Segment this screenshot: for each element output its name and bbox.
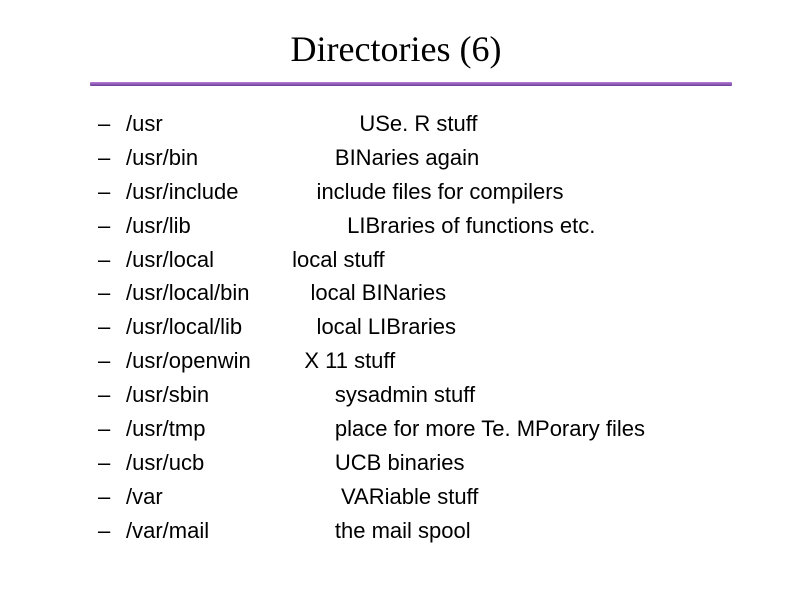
bullet-dash: – [98,413,126,445]
dir-path: /usr/lib [126,210,286,242]
bullet-dash: – [98,176,126,208]
dir-path: /usr/ucb [126,447,286,479]
bullet-dash: – [98,379,126,411]
list-item: – /usr/lib LIBraries of functions etc. [98,210,792,242]
dir-path: /usr/bin [126,142,286,174]
dir-path: /usr/sbin [126,379,286,411]
dir-desc: local stuff [286,244,385,276]
list-item: – /usr/sbin sysadmin stuff [98,379,792,411]
title-underline [90,82,732,86]
dir-desc: local BINaries [286,277,446,309]
dir-desc: BINaries again [286,142,479,174]
list-item: – /var/mail the mail spool [98,515,792,547]
dir-desc: VARiable stuff [286,481,478,513]
list-item: – /usr/include include files for compile… [98,176,792,208]
dir-path: /usr/local/bin [126,277,286,309]
bullet-dash: – [98,515,126,547]
dir-desc: X 11 stuff [286,345,395,377]
bullet-dash: – [98,210,126,242]
dir-path: /var/mail [126,515,286,547]
dir-path: /usr/tmp [126,413,286,445]
bullet-dash: – [98,481,126,513]
dir-desc: the mail spool [286,515,471,547]
dir-desc: USe. R stuff [286,108,478,140]
slide-title: Directories (6) [0,0,792,82]
list-item: – /usr/ucb UCB binaries [98,447,792,479]
dir-path: /usr/include [126,176,286,208]
dir-path: /var [126,481,286,513]
dir-desc: include files for compilers [286,176,564,208]
bullet-dash: – [98,277,126,309]
dir-path: /usr [126,108,286,140]
dir-desc: sysadmin stuff [286,379,475,411]
bullet-dash: – [98,108,126,140]
dir-path: /usr/local [126,244,286,276]
dir-desc: LIBraries of functions etc. [286,210,595,242]
dir-desc: UCB binaries [286,447,465,479]
directory-list: – /usr USe. R stuff – /usr/bin BINaries … [98,108,792,547]
bullet-dash: – [98,142,126,174]
dir-path: /usr/openwin [126,345,286,377]
list-item: – /usr USe. R stuff [98,108,792,140]
list-item: – /usr/local local stuff [98,244,792,276]
bullet-dash: – [98,311,126,343]
list-item: – /usr/local/bin local BINaries [98,277,792,309]
list-item: – /var VARiable stuff [98,481,792,513]
bullet-dash: – [98,447,126,479]
list-item: – /usr/tmp place for more Te. MPorary fi… [98,413,792,445]
list-item: – /usr/openwin X 11 stuff [98,345,792,377]
dir-desc: place for more Te. MPorary files [286,413,645,445]
bullet-dash: – [98,244,126,276]
bullet-dash: – [98,345,126,377]
dir-path: /usr/local/lib [126,311,286,343]
list-item: – /usr/local/lib local LIBraries [98,311,792,343]
dir-desc: local LIBraries [286,311,456,343]
list-item: – /usr/bin BINaries again [98,142,792,174]
